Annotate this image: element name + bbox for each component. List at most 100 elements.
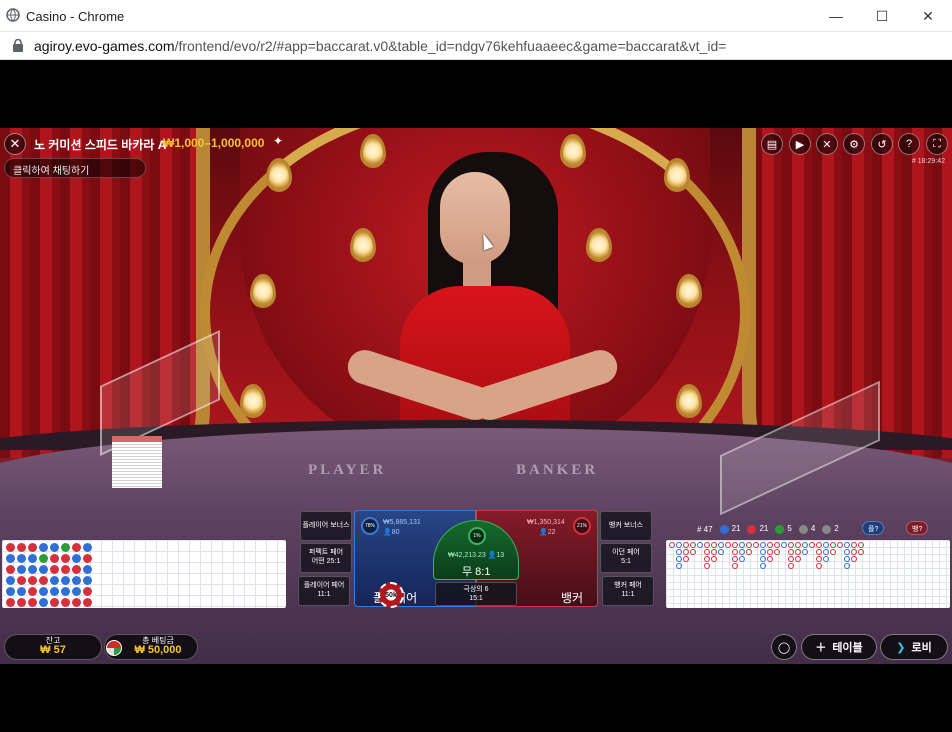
minimize-button[interactable]: — xyxy=(813,0,859,32)
maximize-button[interactable]: ☐ xyxy=(859,0,905,32)
bead-result xyxy=(28,565,37,574)
big-road-result xyxy=(704,563,710,569)
globe-icon xyxy=(6,8,20,22)
banker-dot-icon xyxy=(747,524,757,534)
bead-result xyxy=(28,587,37,596)
either-pair-bet[interactable]: 이던 페어 5:1 xyxy=(600,543,652,573)
big-road-result xyxy=(732,549,738,555)
window-title: Casino - Chrome xyxy=(26,9,125,24)
bead-result xyxy=(83,576,92,585)
bead-result xyxy=(28,576,37,585)
clock: # 18:29:42 xyxy=(911,158,945,165)
hand-count: # 47 xyxy=(697,524,713,534)
table-banker-label: BANKER xyxy=(516,462,599,478)
big-road-result xyxy=(767,556,773,562)
big-road-result xyxy=(774,549,780,555)
big-road-roadmap[interactable] xyxy=(666,540,950,608)
bead-result xyxy=(28,598,37,607)
lobby-button[interactable]: ❯ 로비 xyxy=(880,634,948,660)
big-road-result xyxy=(760,563,766,569)
bead-result xyxy=(39,598,48,607)
favorite-icon[interactable]: ✦ xyxy=(273,134,283,148)
bead-result xyxy=(6,587,15,596)
help-icon[interactable]: ? xyxy=(898,133,920,155)
gear-icon[interactable]: ⚙ xyxy=(843,133,865,155)
lobby-icon: ❯ xyxy=(896,641,906,654)
close-game-button[interactable]: ✕ xyxy=(4,133,26,155)
lamp-petal xyxy=(250,274,276,308)
bead-result xyxy=(83,554,92,563)
big-road-result xyxy=(816,563,822,569)
big-road-result xyxy=(802,542,808,548)
chat-icon[interactable]: ▤ xyxy=(761,133,783,155)
big-road-result xyxy=(669,542,675,548)
big-road-result xyxy=(690,549,696,555)
bead-result xyxy=(17,565,26,574)
big-road-result xyxy=(802,549,808,555)
bead-result xyxy=(61,587,70,596)
banker-prediction[interactable]: 뱅? xyxy=(906,521,929,535)
player-bet-percent: 78% xyxy=(361,517,379,535)
player-pair-bet[interactable]: 플레이어 페어 11:1 xyxy=(298,576,350,606)
big-road-result xyxy=(774,542,780,548)
chat-input[interactable]: 클릭하여 채팅하기 xyxy=(4,158,146,178)
close-window-button[interactable]: ✕ xyxy=(905,0,951,32)
tie-bet-percent: 1% xyxy=(468,527,486,545)
player-bonus-bet[interactable]: 플레이어 보너스 xyxy=(300,511,352,541)
url-text[interactable]: agiroy.evo-games.com/frontend/evo/r2/#ap… xyxy=(34,38,726,54)
bead-result xyxy=(83,598,92,607)
bead-plate-roadmap[interactable] xyxy=(2,540,286,608)
chip-selector-button[interactable]: ◯ xyxy=(771,634,797,660)
bead-result xyxy=(39,554,48,563)
placed-chip[interactable]: 50k xyxy=(378,582,404,608)
big-road-result xyxy=(753,542,759,548)
sound-off-icon[interactable]: ✕ xyxy=(816,133,838,155)
super-six-bet[interactable]: 극상의 6 15:1 xyxy=(435,582,517,606)
big-road-result xyxy=(739,556,745,562)
game-title: 노 커미션 스피드 바카라 A xyxy=(34,138,167,152)
big-road-result xyxy=(711,542,717,548)
address-bar[interactable]: agiroy.evo-games.com/frontend/evo/r2/#ap… xyxy=(0,32,952,60)
shoe-stats: # 47 21 21 5 4 2 xyxy=(697,522,839,536)
bead-result xyxy=(39,543,48,552)
bead-result xyxy=(50,565,59,574)
video-icon[interactable]: ▶ xyxy=(789,133,811,155)
big-road-result xyxy=(676,549,682,555)
bet-limits[interactable]: ₩1,000–1,000,000 xyxy=(163,136,264,150)
big-road-result xyxy=(830,542,836,548)
bead-result xyxy=(50,587,59,596)
lamp-petal xyxy=(676,274,702,308)
banker-pair-bet[interactable]: 뱅커 페어 11:1 xyxy=(602,576,654,606)
big-road-result xyxy=(704,542,710,548)
balance-value: ₩ 57 xyxy=(40,644,66,657)
player-prediction[interactable]: 플? xyxy=(862,521,885,535)
big-road-result xyxy=(704,549,710,555)
big-road-result xyxy=(683,556,689,562)
bead-result xyxy=(50,576,59,585)
bead-result xyxy=(72,565,81,574)
big-road-result xyxy=(795,556,801,562)
lamp-petal xyxy=(664,158,690,192)
big-road-result xyxy=(823,556,829,562)
title-bar: Casino - Chrome — ☐ ✕ xyxy=(0,0,952,32)
history-icon[interactable]: ↺ xyxy=(871,133,893,155)
big-road-result xyxy=(781,542,787,548)
big-road-result xyxy=(858,542,864,548)
bead-result xyxy=(6,576,15,585)
perfect-pair-bet[interactable]: 퍼펙트 페어 어떤 25:1 xyxy=(300,543,352,573)
banker-bonus-bet[interactable]: 뱅커 보너스 xyxy=(600,511,652,541)
bead-result xyxy=(61,554,70,563)
banker-count: 👤22 xyxy=(539,529,556,536)
bead-result xyxy=(28,543,37,552)
browser-window: Casino - Chrome — ☐ ✕ agiroy.evo-games.c… xyxy=(0,0,952,732)
big-road-result xyxy=(844,556,850,562)
fullscreen-icon[interactable]: ⛶ xyxy=(926,133,948,155)
banker-pair-dot-icon xyxy=(822,524,832,534)
bead-result xyxy=(17,587,26,596)
bead-result xyxy=(83,565,92,574)
bead-result xyxy=(6,554,15,563)
big-road-result xyxy=(711,556,717,562)
big-road-result xyxy=(676,542,682,548)
lamp-petal xyxy=(240,384,266,418)
table-button[interactable]: ＋ 테이블 xyxy=(801,634,877,660)
